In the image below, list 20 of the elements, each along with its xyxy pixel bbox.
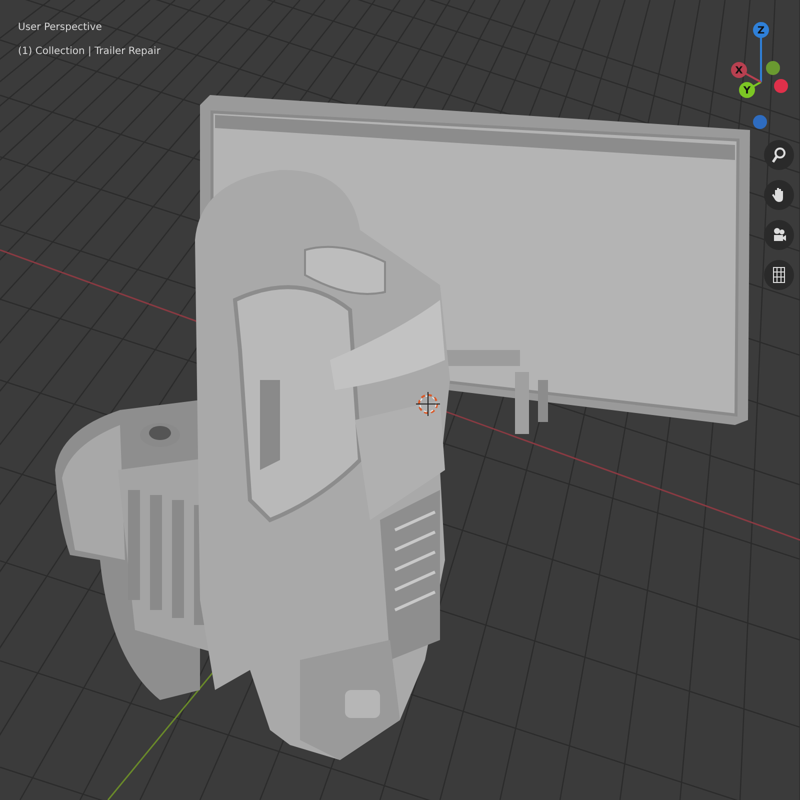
magnifier-icon	[772, 147, 786, 163]
axis-bubble[interactable]: X	[731, 62, 747, 78]
camera-button[interactable]	[764, 220, 794, 250]
collection-label: (1) Collection | Trailer Repair	[18, 46, 160, 58]
cursor-icon	[416, 392, 440, 416]
axis-bubble[interactable]	[774, 79, 788, 93]
axis-label: Z	[757, 26, 765, 36]
ortho-grid-button[interactable]	[764, 260, 794, 290]
view-name: User Perspective	[18, 22, 103, 34]
pan-button[interactable]	[764, 180, 794, 210]
axis-bubble[interactable]: Y	[739, 82, 755, 98]
axis-bubble[interactable]	[766, 61, 780, 75]
grid-icon	[773, 267, 785, 283]
zoom-button[interactable]	[764, 140, 794, 170]
axis-label: X	[735, 66, 743, 76]
axis-bubble[interactable]	[753, 115, 767, 129]
hand-icon	[772, 187, 786, 203]
axis-label: Y	[743, 86, 751, 96]
camera-icon	[772, 227, 786, 243]
axis-bubble[interactable]: Z	[753, 22, 769, 38]
